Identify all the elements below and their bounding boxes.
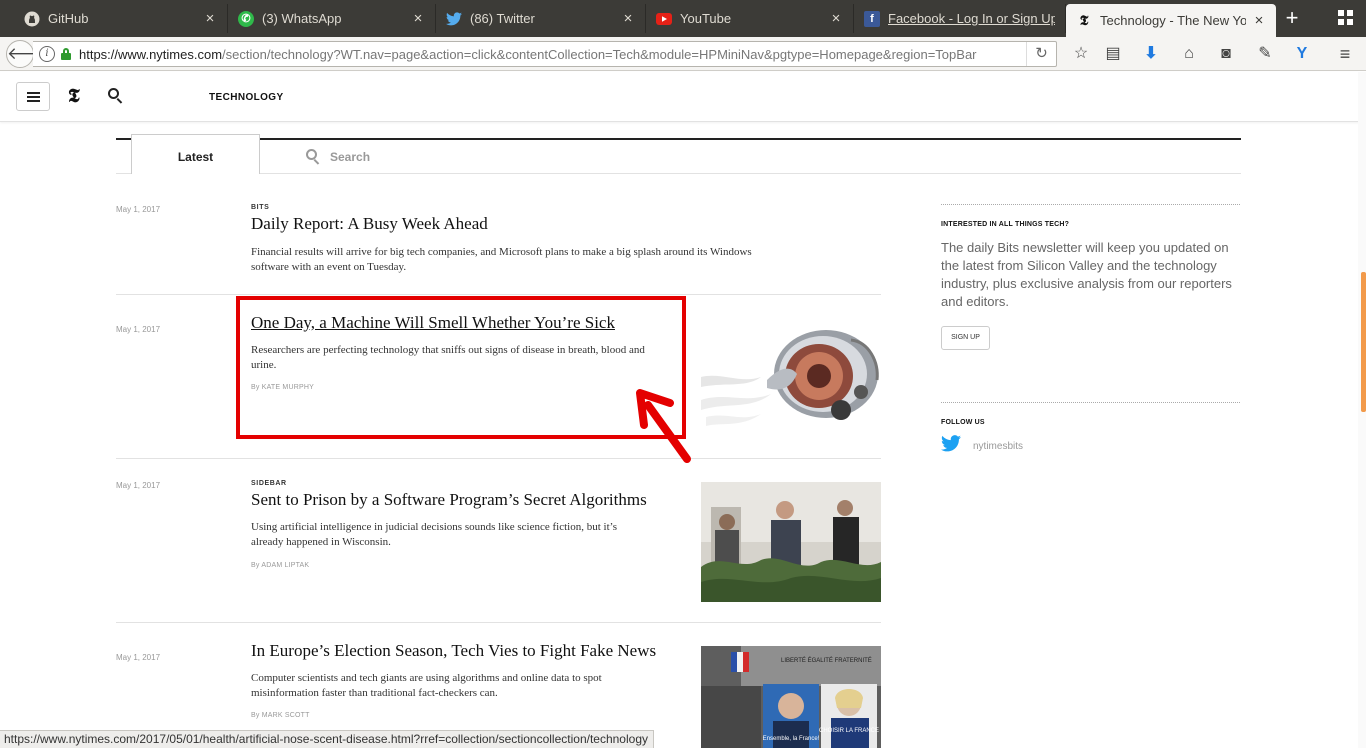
- tab-whatsapp[interactable]: ✆ (3) WhatsApp ×: [228, 4, 436, 33]
- story-date: May 1, 2017: [116, 205, 161, 214]
- tab-youtube[interactable]: YouTube ×: [646, 4, 854, 33]
- close-icon[interactable]: ×: [203, 10, 217, 27]
- url-path: /section/technology?WT.nav=page&action=c…: [222, 47, 977, 62]
- url-domain: https://www.nytimes.com: [79, 47, 223, 62]
- pocket-icon[interactable]: ◙: [1215, 43, 1237, 65]
- story-kicker[interactable]: SIDEBAR: [251, 480, 287, 487]
- search-icon: [306, 149, 322, 165]
- story-date: May 1, 2017: [116, 653, 161, 662]
- nyt-icon: 𝕿: [1079, 12, 1089, 29]
- download-icon[interactable]: ⬇: [1140, 43, 1162, 65]
- reload-icon[interactable]: ↻: [1026, 42, 1056, 66]
- story-headline[interactable]: In Europe’s Election Season, Tech Vies t…: [251, 641, 656, 661]
- github-icon: [24, 11, 40, 27]
- whatsapp-icon: ✆: [238, 10, 254, 27]
- election-poster-2-text: CHOISIR LA FRANCE: [819, 728, 879, 734]
- tab-technology[interactable]: 𝕿 Technology - The New York ×: [1066, 4, 1276, 37]
- new-tab-button[interactable]: +: [1280, 7, 1304, 30]
- close-icon[interactable]: ×: [621, 10, 635, 27]
- youtube-icon: [656, 11, 672, 27]
- tab-title: GitHub: [48, 11, 89, 26]
- election-poster-1-text: Ensemble, la France!: [763, 736, 820, 742]
- sidebar-divider: [941, 204, 1240, 205]
- follow-us-heading: FOLLOW US: [941, 419, 985, 426]
- extension-icon[interactable]: Y: [1291, 43, 1313, 65]
- hamburger-menu-icon[interactable]: [16, 82, 50, 111]
- story-date: May 1, 2017: [116, 325, 161, 334]
- story-kicker[interactable]: BITS: [251, 204, 269, 211]
- election-sign-text: LIBERTÉ ÉGALITÉ FRATERNITÉ: [781, 657, 872, 664]
- story-headline[interactable]: Sent to Prison by a Software Program’s S…: [251, 490, 647, 510]
- twitter-icon: [446, 11, 462, 27]
- search-icon[interactable]: [108, 88, 124, 104]
- story-summary: Financial results will arrive for big te…: [251, 246, 752, 273]
- bookmark-star-icon[interactable]: ☆: [1070, 43, 1092, 65]
- twitter-follow-link[interactable]: nytimesbits: [941, 435, 1023, 457]
- story-byline: By MARK SCOTT: [251, 712, 310, 719]
- section-rule: [116, 138, 1241, 140]
- tab-github[interactable]: GitHub ×: [14, 4, 228, 33]
- reading-list-icon[interactable]: ▤: [1102, 43, 1124, 65]
- sidebar-divider: [941, 402, 1240, 403]
- tab-title: (3) WhatsApp: [262, 11, 342, 26]
- story-byline: By ADAM LIPTAK: [251, 562, 310, 569]
- tab-title: YouTube: [680, 11, 732, 26]
- tab-divider: [116, 173, 1241, 174]
- signup-button[interactable]: SIGN UP: [941, 326, 990, 350]
- facebook-icon: f: [864, 10, 880, 27]
- annotation-arrow-icon: [636, 389, 691, 463]
- story-thumbnail-courtroom[interactable]: [701, 482, 881, 602]
- nyt-logo[interactable]: 𝕿: [68, 85, 80, 107]
- tab-facebook[interactable]: f Facebook - Log In or Sign Up: [854, 4, 1066, 33]
- lock-icon: [61, 48, 71, 60]
- site-header: 𝕿 TECHNOLOGY: [0, 72, 1366, 122]
- home-icon[interactable]: ⌂: [1178, 43, 1200, 65]
- eyedropper-icon[interactable]: ✎: [1254, 43, 1276, 65]
- story-summary: Computer scientists and tech giants are …: [251, 672, 602, 699]
- tab-search[interactable]: Search: [306, 148, 370, 166]
- newsletter-heading: INTERESTED IN ALL THINGS TECH?: [941, 221, 1070, 228]
- url-text[interactable]: https://www.nytimes.com/section/technolo…: [79, 47, 977, 62]
- story-divider: [116, 294, 881, 295]
- close-icon[interactable]: ×: [411, 10, 425, 27]
- close-icon[interactable]: ×: [1252, 12, 1266, 29]
- back-button[interactable]: 🡐: [6, 40, 53, 68]
- status-bar-link-preview: https://www.nytimes.com/2017/05/01/healt…: [0, 730, 654, 748]
- story-thumbnail-nose-machine[interactable]: [701, 322, 881, 436]
- story-thumbnail-election[interactable]: LIBERTÉ ÉGALITÉ FRATERNITÉ Ensemble, la …: [701, 646, 881, 748]
- story-summary: Using artificial intelligence in judicia…: [251, 521, 617, 548]
- menu-icon[interactable]: ≡: [1334, 43, 1356, 65]
- annotation-highlight-box: [236, 296, 686, 439]
- tab-title: Facebook - Log In or Sign Up: [888, 11, 1055, 26]
- scrollbar-thumb[interactable]: [1361, 272, 1366, 412]
- tab-twitter[interactable]: (86) Twitter ×: [436, 4, 646, 33]
- url-bar[interactable]: i https://www.nytimes.com/section/techno…: [33, 41, 1057, 67]
- section-title[interactable]: TECHNOLOGY: [209, 92, 284, 103]
- newsletter-description: The daily Bits newsletter will keep you …: [941, 240, 1232, 309]
- tab-title: (86) Twitter: [470, 11, 535, 26]
- tab-overview-icon[interactable]: [1338, 10, 1354, 26]
- browser-tab-strip: GitHub × ✆ (3) WhatsApp × (86) Twitter ×…: [0, 0, 1366, 37]
- story-date: May 1, 2017: [116, 481, 161, 490]
- info-icon[interactable]: i: [39, 46, 55, 62]
- tab-search-label: Search: [330, 150, 371, 164]
- twitter-handle: nytimesbits: [973, 440, 1024, 452]
- tab-latest[interactable]: Latest: [131, 134, 260, 174]
- tab-title: Technology - The New York: [1100, 13, 1246, 28]
- story-divider: [116, 458, 881, 459]
- story-headline[interactable]: Daily Report: A Busy Week Ahead: [251, 214, 488, 234]
- navigation-bar: 🡐 i https://www.nytimes.com/section/tech…: [0, 37, 1366, 71]
- close-icon[interactable]: ×: [829, 10, 843, 27]
- story-divider: [116, 622, 881, 623]
- twitter-icon: [941, 435, 961, 457]
